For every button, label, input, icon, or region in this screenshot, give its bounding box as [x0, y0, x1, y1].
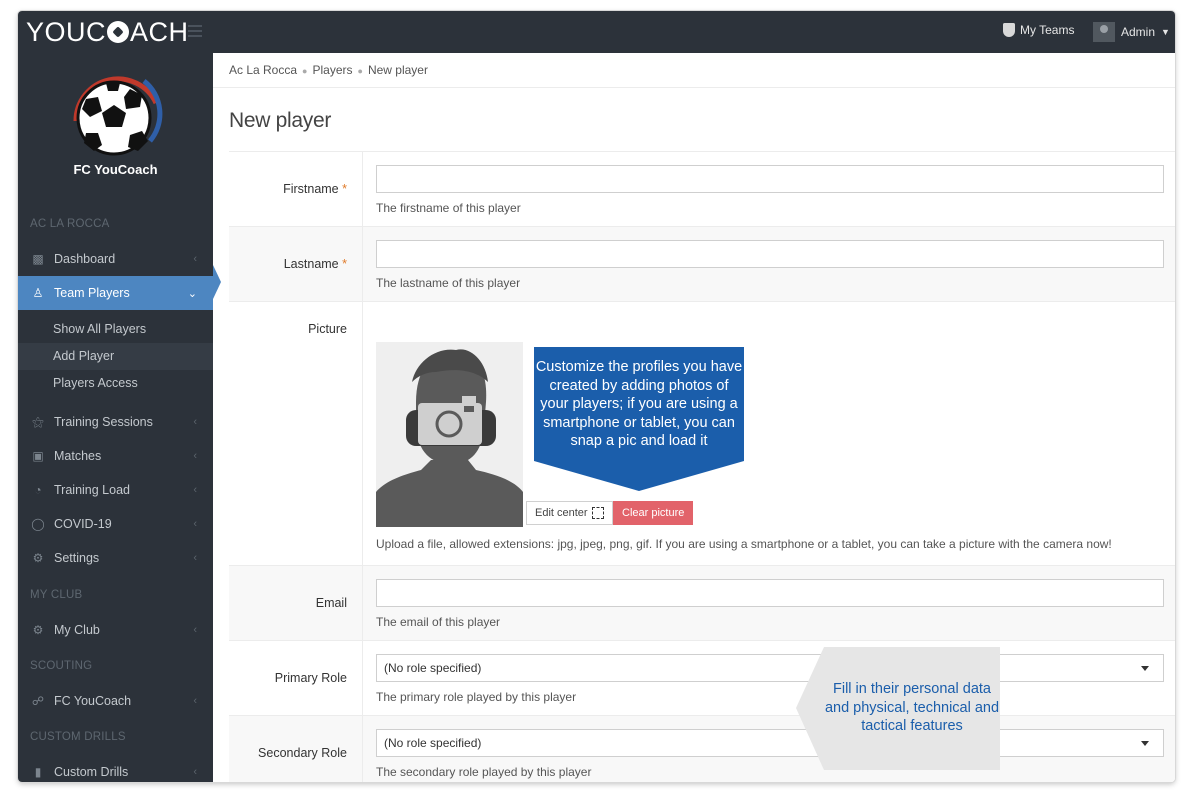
- picture-help: Upload a file, allowed extensions: jpg, …: [376, 537, 1112, 551]
- club-name: FC YouCoach: [73, 162, 158, 177]
- email-label: Email: [315, 596, 347, 610]
- sidebar-item-covid[interactable]: ◯ COVID-19 ‹: [18, 507, 213, 541]
- lastname-row: Lastname * The lastname of this player: [229, 226, 1175, 301]
- chevron-down-icon: ▼: [1161, 27, 1170, 37]
- email-help: The email of this player: [376, 615, 501, 629]
- firstname-row: Firstname * The firstname of this player: [229, 151, 1175, 226]
- sidebar-item-settings[interactable]: ⚙ Settings ‹: [18, 541, 213, 575]
- data-callout: Fill in their personal data and physical…: [824, 647, 1000, 770]
- primary-role-help: The primary role played by this player: [376, 690, 577, 704]
- youcoach-logo[interactable]: YOUC ACH: [26, 17, 189, 47]
- caret-down-icon: [1141, 666, 1149, 671]
- sidebar-item-training-sessions[interactable]: ⚝ Training Sessions ‹: [18, 405, 213, 439]
- chevron-left-icon: ‹: [193, 766, 197, 778]
- lastname-input[interactable]: [376, 240, 1164, 268]
- focus-icon: [591, 507, 604, 519]
- chevron-left-icon: ‹: [193, 450, 197, 462]
- photo-callout: Customize the profiles you have created …: [534, 347, 744, 461]
- bar-chart-icon: ▩: [32, 252, 44, 266]
- section-my-club: MY CLUB: [30, 589, 83, 601]
- secondary-role-select[interactable]: (No role specified): [376, 729, 1164, 757]
- players-icon: ♙: [32, 286, 44, 300]
- chevron-left-icon: ‹: [193, 695, 197, 707]
- chevron-left-icon: ‹: [193, 624, 197, 636]
- breadcrumb-current: New player: [367, 63, 428, 77]
- firstname-input[interactable]: [376, 165, 1164, 193]
- email-input[interactable]: [376, 579, 1164, 607]
- chevron-left-icon: ‹: [193, 552, 197, 564]
- firstname-label: Firstname *: [283, 182, 347, 196]
- breadcrumb-players[interactable]: Players: [312, 63, 352, 77]
- edit-center-button[interactable]: Edit center: [526, 501, 613, 525]
- gear-icon: ⚙: [32, 551, 44, 565]
- sidebar-item-my-club[interactable]: ⚙ My Club ‹: [18, 613, 213, 647]
- sidebar-item-team-players[interactable]: ♙ Team Players ⌄: [18, 276, 213, 310]
- section-custom-drills: CUSTOM DRILLS: [30, 731, 126, 743]
- breadcrumb-team[interactable]: Ac La Rocca: [229, 63, 297, 77]
- menu-toggle-icon[interactable]: [188, 25, 202, 37]
- breadcrumb: Ac La Rocca ● Players ● New player: [229, 63, 428, 77]
- data-callout-tail: [796, 647, 824, 770]
- covid-icon: ◯: [31, 517, 45, 531]
- caret-down-icon: [1141, 741, 1149, 746]
- admin-menu[interactable]: Admin ▼: [1093, 22, 1170, 42]
- secondary-role-help: The secondary role played by this player: [376, 765, 592, 779]
- clipboard-icon: ▮: [34, 765, 42, 779]
- club-logo: [73, 76, 163, 156]
- email-row: Email The email of this player: [229, 565, 1175, 640]
- my-teams-link[interactable]: My Teams: [1003, 23, 1074, 37]
- picture-label: Picture: [308, 322, 347, 336]
- chevron-left-icon: ‹: [193, 484, 197, 496]
- chevron-down-icon: ⌄: [187, 287, 197, 300]
- clear-picture-button[interactable]: Clear picture: [613, 501, 694, 525]
- matches-icon: ▣: [32, 449, 44, 463]
- primary-role-select[interactable]: (No role specified): [376, 654, 1164, 682]
- active-indicator: [213, 265, 221, 299]
- sidebar-item-custom-drills[interactable]: ▮ Custom Drills ‹: [18, 755, 213, 782]
- sidebar-sub-players-access[interactable]: Players Access: [18, 370, 213, 397]
- person-camera-icon: [376, 342, 523, 527]
- section-scouting: SCOUTING: [30, 660, 93, 672]
- sidebar-item-scouting-club[interactable]: ☍ FC YouCoach ‹: [18, 684, 213, 718]
- avatar: [1093, 22, 1115, 42]
- section-team: AC LA ROCCA: [30, 218, 110, 230]
- chevron-left-icon: ‹: [193, 416, 197, 428]
- secondary-role-label: Secondary Role: [258, 746, 347, 760]
- gear-icon: ⚙: [32, 623, 44, 637]
- sidebar-item-dashboard[interactable]: ▩ Dashboard ‹: [18, 242, 213, 276]
- lastname-help: The lastname of this player: [376, 276, 521, 290]
- sidebar-sub-add-player[interactable]: Add Player: [18, 343, 213, 370]
- photo-callout-tail: [534, 461, 744, 491]
- top-bar: YOUC ACH My Teams Admin ▼: [18, 11, 1175, 53]
- sidebar-sub-show-all[interactable]: Show All Players: [18, 316, 213, 343]
- primary-role-row: Primary Role (No role specified) The pri…: [229, 640, 1175, 715]
- chevron-left-icon: ‹: [193, 253, 197, 265]
- shield-icon: [1003, 23, 1015, 37]
- lastname-label: Lastname *: [283, 257, 347, 271]
- gauge-icon: ◔: [34, 483, 42, 497]
- page-title: New player: [229, 109, 332, 132]
- sidebar: FC YouCoach AC LA ROCCA ▩ Dashboard ‹ ♙ …: [18, 53, 213, 782]
- picture-upload[interactable]: [376, 342, 523, 527]
- sidebar-item-training-load[interactable]: ◔ Training Load ‹: [18, 473, 213, 507]
- primary-role-label: Primary Role: [274, 671, 347, 685]
- binoculars-icon: ☍: [31, 694, 45, 708]
- chevron-left-icon: ‹: [193, 518, 197, 530]
- training-icon: ⚝: [32, 415, 44, 429]
- ball-icon: [107, 21, 130, 43]
- firstname-help: The firstname of this player: [376, 201, 521, 215]
- sidebar-item-matches[interactable]: ▣ Matches ‹: [18, 439, 213, 473]
- secondary-role-row: Secondary Role (No role specified) The s…: [229, 715, 1175, 782]
